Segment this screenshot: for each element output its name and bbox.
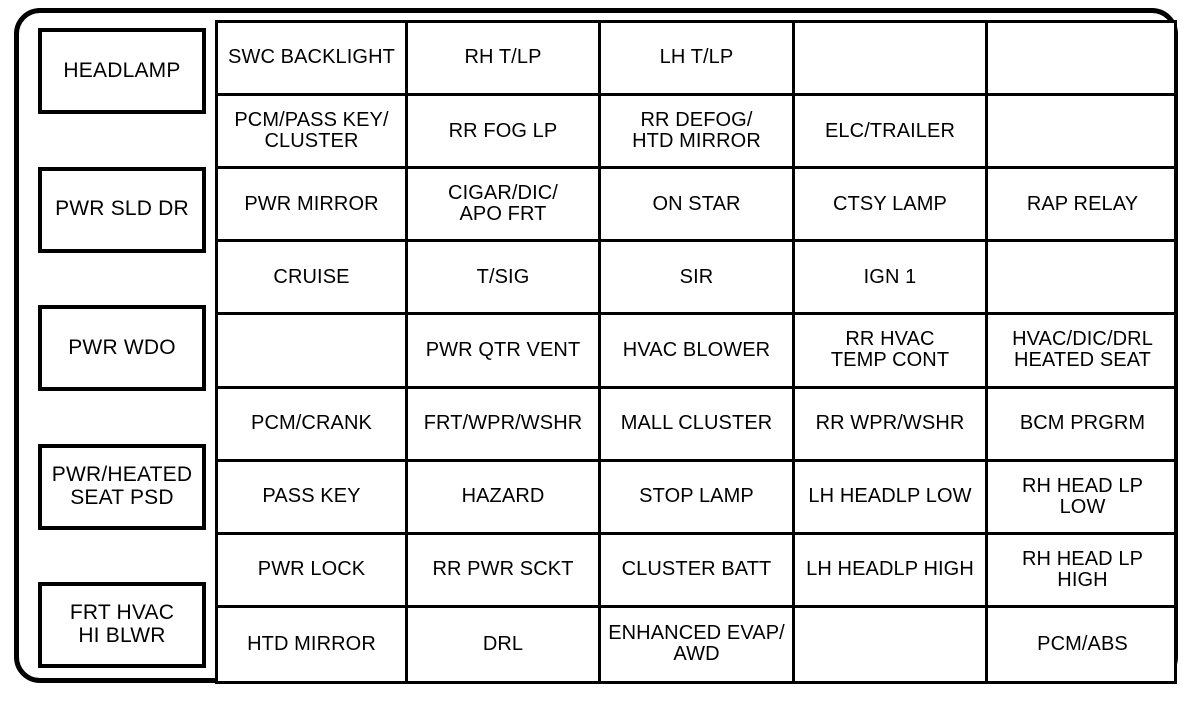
fuse-cell-label: STOP LAMP: [639, 485, 754, 508]
fuse-cell-label: PCM/PASS KEY/ CLUSTER: [234, 108, 389, 153]
fuse-cell[interactable]: RAP RELAY: [988, 169, 1177, 243]
fuse-cell[interactable]: RH HEAD LP HIGH: [988, 535, 1177, 608]
fuse-cell[interactable]: CRUISE: [218, 242, 408, 316]
fuse-cell[interactable]: ENHANCED EVAP/ AWD: [601, 607, 795, 681]
fuse-cell[interactable]: CTSY LAMP: [795, 169, 988, 243]
fuse-cell[interactable]: HVAC BLOWER: [601, 315, 795, 389]
fuse-cell-label: LH T/LP: [659, 46, 734, 69]
fuse-cell-label: PWR LOCK: [257, 558, 366, 581]
fuse-cell[interactable]: RR DEFOG/ HTD MIRROR: [601, 96, 795, 170]
relay-box-label: FRT HVAC HI BLWR: [69, 601, 175, 647]
fuse-cell[interactable]: RH HEAD LP LOW: [988, 462, 1177, 535]
fuse-cell[interactable]: FRT/WPR/WSHR: [408, 388, 601, 462]
fuse-cell-label: IGN 1: [863, 265, 917, 288]
fuse-cell[interactable]: MALL CLUSTER: [601, 388, 795, 462]
fuse-cell-label: ELC/TRAILER: [824, 119, 956, 142]
fuse-cell[interactable]: [988, 242, 1177, 316]
fuse-cell-label: RR PWR SCKT: [432, 558, 574, 581]
fuse-cell-label: PCM/ABS: [1037, 632, 1128, 655]
fuse-cell[interactable]: RR WPR/WSHR: [795, 388, 988, 462]
fuse-grid: SWC BACKLIGHT RH T/LP LH T/LP PCM/PASS KEY/…: [215, 20, 1177, 684]
fuse-cell-label: PCM/CRANK: [251, 412, 372, 434]
fuse-cell[interactable]: [218, 315, 408, 389]
fuse-cell-label: LH HEADLP LOW: [808, 485, 972, 508]
fuse-cell[interactable]: SIR: [601, 242, 795, 316]
relay-column: HEADLAMP PWR SLD DR PWR WDO PWR/HEATED S…: [38, 28, 206, 668]
fuse-cell[interactable]: LH HEADLP LOW: [795, 461, 988, 535]
fuse-cell[interactable]: RR HVAC TEMP CONT: [795, 315, 988, 389]
fuse-cell-label: ENHANCED EVAP/ AWD: [608, 622, 785, 666]
fuse-cell-label: HTD MIRROR: [247, 632, 376, 655]
fuse-cell[interactable]: PWR QTR VENT: [408, 315, 601, 389]
fuse-cell-label: RR DEFOG/ HTD MIRROR: [632, 108, 761, 153]
fuse-cell-label: CIGAR/DIC/ APO FRT: [448, 182, 558, 226]
relay-box-label: PWR/HEATED SEAT PSD: [51, 462, 193, 509]
fuse-cell[interactable]: HAZARD: [408, 461, 601, 535]
fuse-cell-label: BCM PRGRM: [1019, 412, 1146, 434]
fuse-cell-label: T/SIG: [476, 265, 530, 288]
fuse-cell-label: PWR QTR VENT: [425, 338, 581, 361]
fuse-cell[interactable]: PWR MIRROR: [218, 169, 408, 243]
fuse-cell-label: SIR: [679, 265, 714, 288]
fuse-cell-label: DRL: [482, 632, 524, 655]
fuse-cell-label: PWR MIRROR: [244, 192, 379, 215]
fuse-cell[interactable]: RH T/LP: [408, 23, 601, 97]
fuse-cell[interactable]: HVAC/DIC/DRL HEATED SEAT: [988, 315, 1177, 389]
fuse-cell[interactable]: HTD MIRROR: [218, 607, 408, 681]
fuse-cell[interactable]: LH T/LP: [601, 23, 795, 97]
fuse-cell-label: ON STAR: [652, 192, 741, 215]
relay-box-headlamp[interactable]: HEADLAMP: [38, 28, 206, 114]
fuse-cell-label: SWC BACKLIGHT: [228, 46, 395, 69]
fuse-cell[interactable]: PCM/PASS KEY/ CLUSTER: [218, 96, 408, 170]
fuse-cell-label: CLUSTER BATT: [621, 558, 772, 581]
fuse-cell[interactable]: SWC BACKLIGHT: [218, 23, 408, 97]
fuse-cell[interactable]: LH HEADLP HIGH: [795, 534, 988, 608]
fuse-cell-label: RAP RELAY: [1026, 192, 1139, 215]
fuse-cell-label: HVAC BLOWER: [622, 338, 771, 361]
fuse-cell[interactable]: [795, 23, 988, 97]
fuse-cell[interactable]: [988, 96, 1177, 170]
fuse-cell-label: RH HEAD LP HIGH: [1021, 547, 1144, 591]
fuse-cell[interactable]: RR FOG LP: [408, 96, 601, 170]
fuse-cell-label: PASS KEY: [262, 485, 361, 508]
fuse-cell-label: HVAC/DIC/DRL HEATED SEAT: [1012, 328, 1153, 372]
fuse-cell-label: RH HEAD LP LOW: [1021, 474, 1144, 518]
fuse-cell[interactable]: PASS KEY: [218, 461, 408, 535]
fuse-cell[interactable]: PCM/ABS: [988, 608, 1177, 681]
fuse-cell-label: CTSY LAMP: [833, 192, 947, 215]
fuse-cell[interactable]: [988, 23, 1177, 97]
fuse-cell-label: MALL CLUSTER: [620, 412, 773, 434]
fuse-cell[interactable]: CLUSTER BATT: [601, 534, 795, 608]
fuse-box-diagram: HEADLAMP PWR SLD DR PWR WDO PWR/HEATED S…: [0, 0, 1195, 702]
fuse-cell[interactable]: ON STAR: [601, 169, 795, 243]
fuse-cell-label: HAZARD: [461, 485, 545, 508]
fuse-cell[interactable]: DRL: [408, 607, 601, 681]
fuse-cell[interactable]: CIGAR/DIC/ APO FRT: [408, 169, 601, 243]
relay-box-pwr-wdo[interactable]: PWR WDO: [38, 305, 206, 391]
fuse-cell-label: RH T/LP: [464, 46, 542, 69]
fuse-cell[interactable]: IGN 1: [795, 242, 988, 316]
fuse-cell[interactable]: T/SIG: [408, 242, 601, 316]
relay-box-pwr-sld-dr[interactable]: PWR SLD DR: [38, 166, 206, 253]
relay-box-label: PWR SLD DR: [55, 197, 189, 221]
fuse-cell-label: RR WPR/WSHR: [815, 412, 965, 434]
relay-box-frt-hvac-hi-blwr[interactable]: FRT HVAC HI BLWR: [38, 582, 206, 668]
fuse-cell[interactable]: RR PWR SCKT: [408, 534, 601, 608]
fuse-cell-label: FRT/WPR/WSHR: [423, 412, 583, 434]
fuse-cell[interactable]: BCM PRGRM: [988, 389, 1177, 462]
fuse-cell-label: RR FOG LP: [448, 119, 558, 142]
fuse-cell[interactable]: ELC/TRAILER: [795, 96, 988, 170]
relay-box-label: PWR WDO: [68, 335, 176, 359]
fuse-cell-label: RR HVAC TEMP CONT: [830, 328, 950, 372]
fuse-cell[interactable]: [795, 607, 988, 681]
relay-box-pwr-heated-seat-psd[interactable]: PWR/HEATED SEAT PSD: [38, 443, 206, 530]
relay-box-label: HEADLAMP: [63, 58, 181, 82]
fuse-cell-label: CRUISE: [273, 265, 350, 288]
fuse-cell[interactable]: PWR LOCK: [218, 534, 408, 608]
fuse-cell-label: LH HEADLP HIGH: [806, 558, 974, 581]
fuse-cell[interactable]: STOP LAMP: [601, 461, 795, 535]
fuse-cell[interactable]: PCM/CRANK: [218, 388, 408, 462]
